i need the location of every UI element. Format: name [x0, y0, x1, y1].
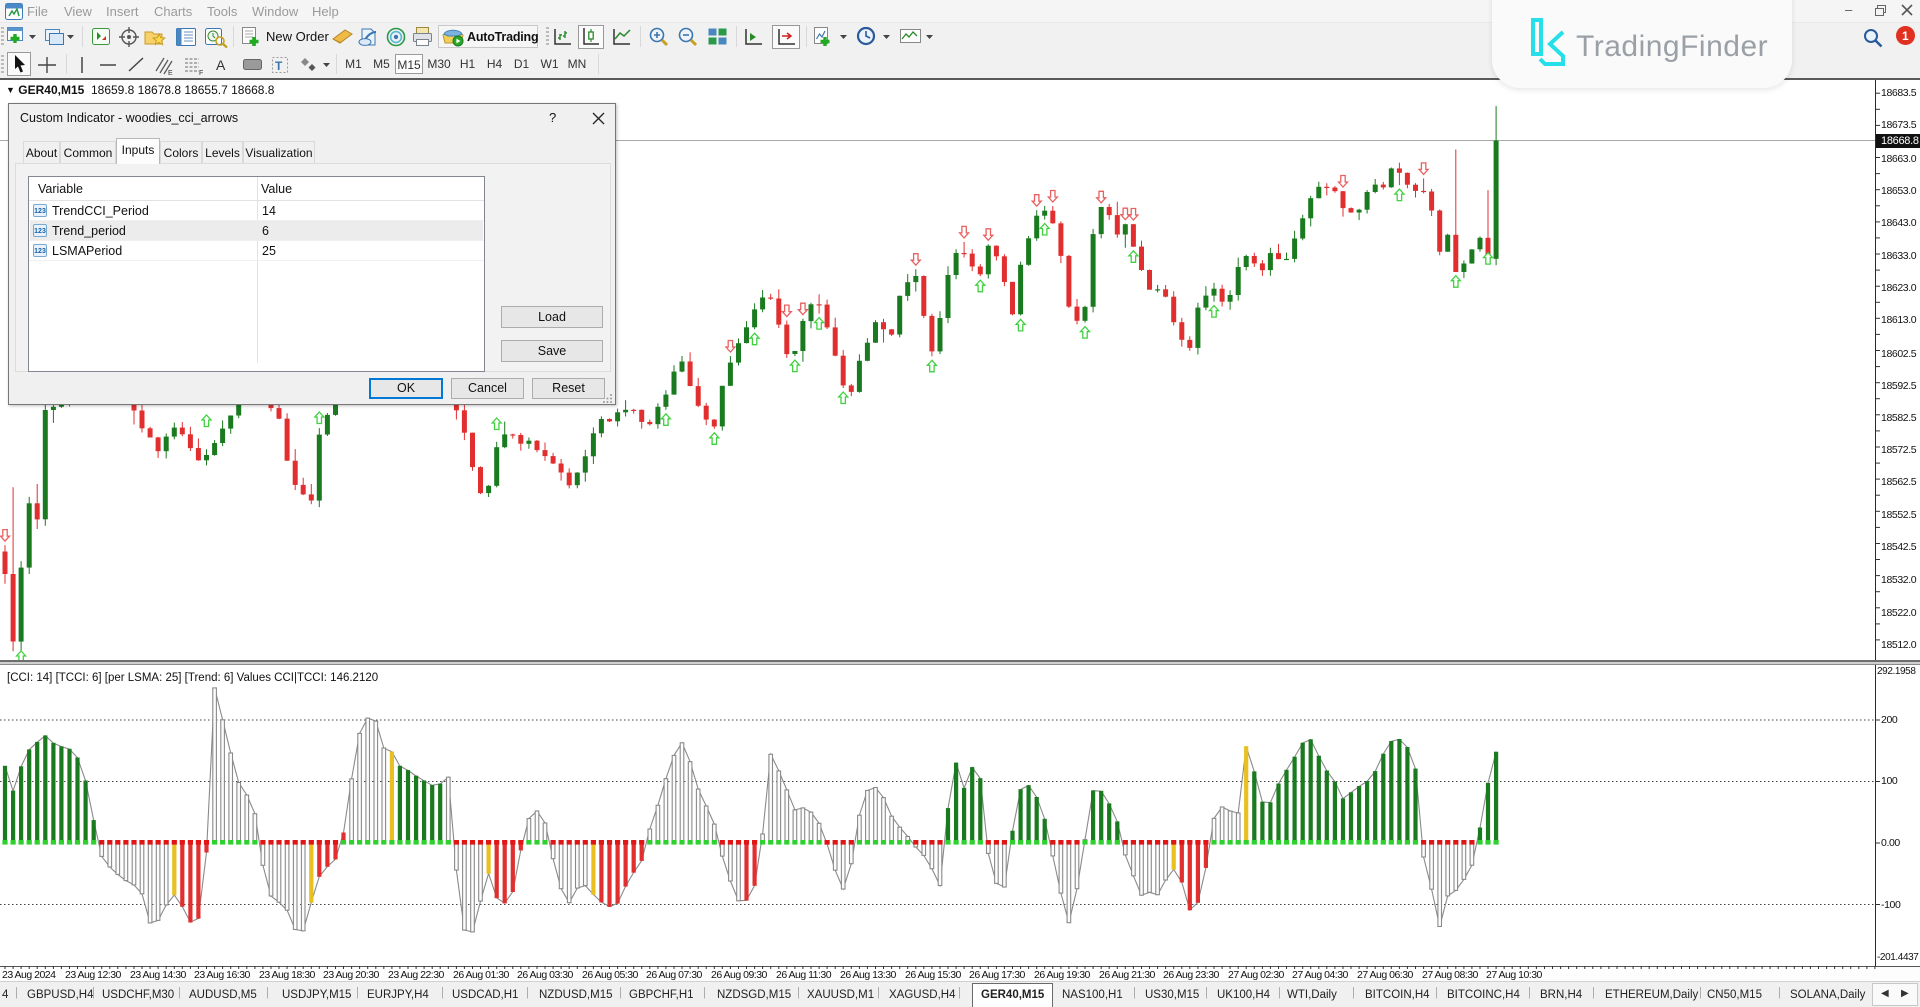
- svg-text:E: E: [168, 70, 173, 77]
- svg-text:T: T: [275, 59, 283, 73]
- svg-text:F: F: [199, 70, 203, 77]
